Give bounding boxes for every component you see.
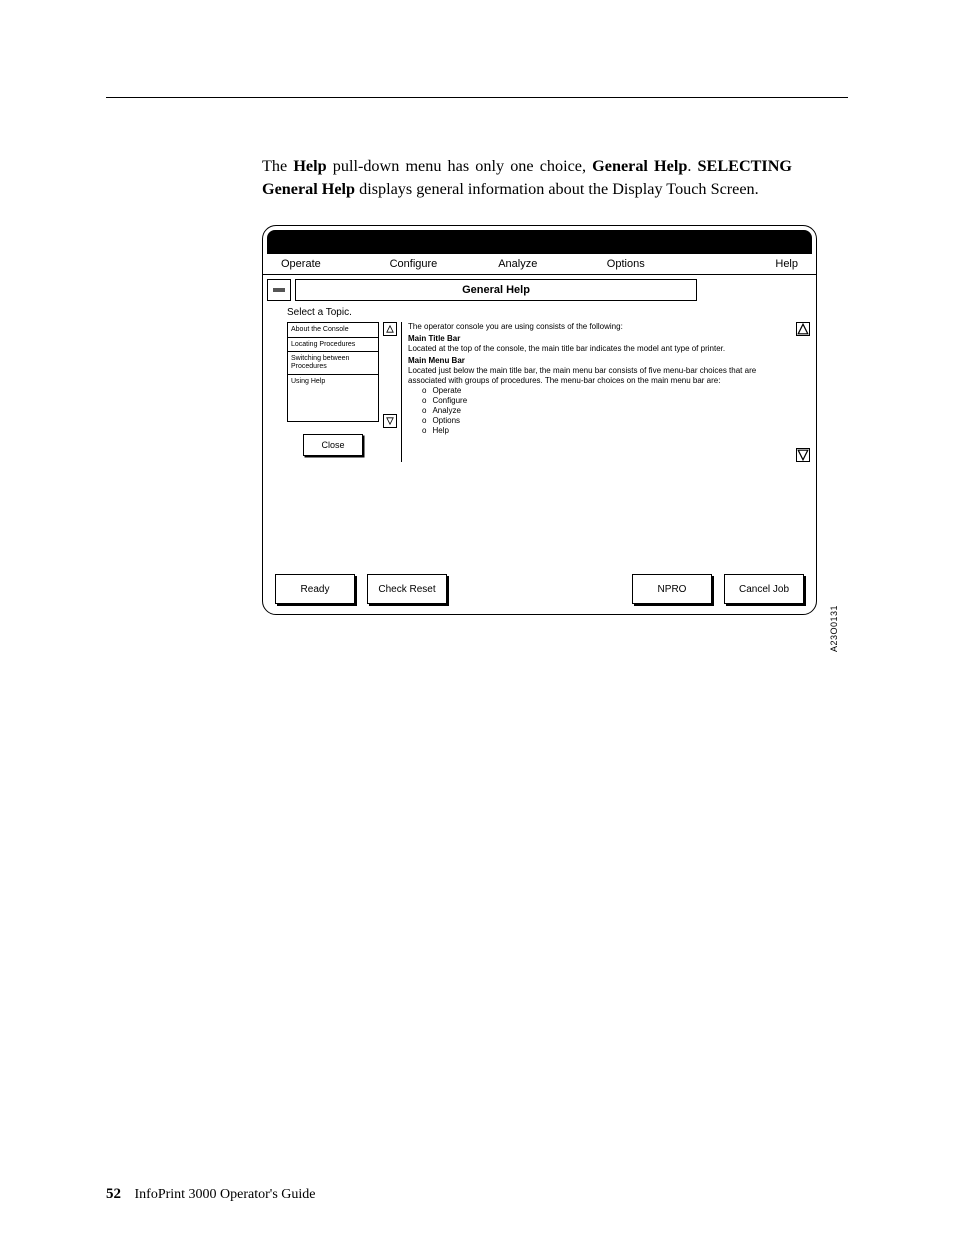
bold-general-help: General Help	[592, 157, 687, 175]
doc-title: InfoPrint 3000 Operator's Guide	[135, 1187, 316, 1202]
system-menu-icon[interactable]	[267, 279, 291, 301]
text: Located at the top of the console, the m…	[408, 344, 792, 354]
ready-button[interactable]: Ready	[275, 574, 355, 604]
console-window: Operate Configure Analyze Options Help G…	[262, 225, 817, 615]
list-item[interactable]: About the Console	[288, 323, 378, 338]
list-item: Operate	[422, 386, 792, 396]
page-footer: 52 InfoPrint 3000 Operator's Guide	[106, 1186, 316, 1203]
text: displays general information about the D…	[355, 180, 759, 198]
list-item: Options	[422, 416, 792, 426]
figure: A23O0131 Operate Configure Analyze Optio…	[262, 225, 817, 615]
list-item[interactable]: Switching between Procedures	[288, 352, 378, 374]
text: .	[687, 157, 697, 175]
content-scrollbar[interactable]	[796, 322, 810, 462]
text: The	[262, 157, 293, 175]
scroll-down-icon[interactable]	[383, 414, 397, 428]
topic-scrollbar[interactable]	[383, 322, 397, 428]
bottom-button-row: Ready Check Reset NPRO Cancel Job	[263, 574, 816, 604]
menu-operate[interactable]: Operate	[281, 258, 390, 270]
list-item[interactable]: Locating Procedures	[288, 338, 378, 353]
header-rule	[106, 97, 848, 98]
npro-button[interactable]: NPRO	[632, 574, 712, 604]
list-item: Configure	[422, 396, 792, 406]
close-button[interactable]: Close	[303, 434, 363, 456]
check-reset-button[interactable]: Check Reset	[367, 574, 447, 604]
dialog-title: General Help	[295, 279, 697, 301]
menu-list: Operate Configure Analyze Options Help	[422, 386, 792, 436]
menu-analyze[interactable]: Analyze	[498, 258, 607, 270]
cancel-job-button[interactable]: Cancel Job	[724, 574, 804, 604]
scroll-down-icon[interactable]	[796, 448, 810, 462]
topic-list[interactable]: About the Console Locating Procedures Sw…	[287, 322, 379, 422]
heading: Main Menu Bar	[408, 356, 792, 366]
heading: Main Title Bar	[408, 334, 792, 344]
main-title-bar	[267, 230, 812, 254]
main-menu-bar[interactable]: Operate Configure Analyze Options Help	[263, 254, 816, 275]
list-item[interactable]: Using Help	[288, 375, 378, 389]
dialog-title-row: General Help	[267, 279, 697, 301]
menu-options[interactable]: Options	[607, 258, 716, 270]
text: The operator console you are using consi…	[408, 322, 792, 332]
bold-help: Help	[293, 157, 326, 175]
menu-configure[interactable]: Configure	[390, 258, 499, 270]
scroll-up-icon[interactable]	[796, 322, 810, 336]
help-content: The operator console you are using consi…	[401, 322, 792, 462]
menu-help[interactable]: Help	[715, 258, 798, 270]
dialog-body: About the Console Locating Procedures Sw…	[269, 322, 810, 462]
text: pull-down menu has only one choice,	[327, 157, 593, 175]
list-item: Analyze	[422, 406, 792, 416]
topic-column: About the Console Locating Procedures Sw…	[287, 322, 379, 462]
scroll-up-icon[interactable]	[383, 322, 397, 336]
paragraph: The Help pull-down menu has only one cho…	[262, 155, 792, 200]
spacer	[459, 574, 620, 604]
text: Located just below the main title bar, t…	[408, 366, 792, 386]
select-topic-label: Select a Topic.	[287, 307, 816, 318]
figure-id: A23O0131	[829, 605, 839, 652]
list-item: Help	[422, 426, 792, 436]
page-number: 52	[106, 1186, 121, 1202]
